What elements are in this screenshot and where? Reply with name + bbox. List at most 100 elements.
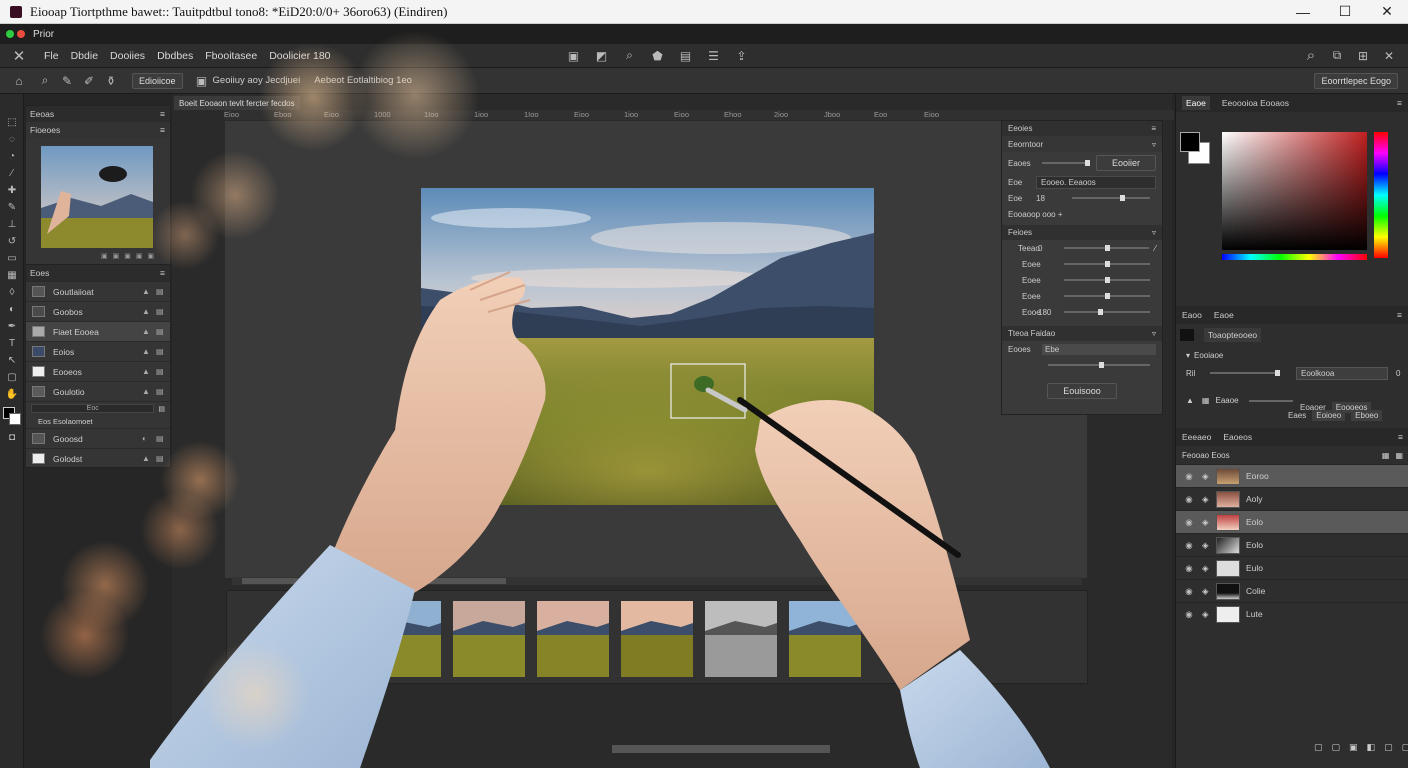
color-swatches[interactable] — [0, 403, 23, 429]
filmstrip-thumb[interactable] — [705, 601, 777, 677]
lasso-tool-icon[interactable]: ◌ — [0, 131, 24, 148]
left-layer-row[interactable]: Goulotio ▲ ▤ — [26, 381, 170, 401]
layer-row[interactable]: ◉ ◈ Lute — [1176, 602, 1408, 625]
prop-slider-a[interactable] — [1042, 160, 1090, 166]
panel-menu-icon[interactable]: ≡ — [1398, 432, 1403, 442]
bottom-scrollbar-thumb[interactable] — [612, 745, 830, 753]
lock-icon[interactable]: ▲ — [142, 307, 152, 316]
close-button[interactable]: ✕ — [1366, 0, 1408, 24]
link-icon[interactable]: ▤ — [156, 434, 166, 443]
link-icon[interactable]: ◈ — [1202, 540, 1212, 551]
layout-icon[interactable]: ▤ — [679, 49, 693, 63]
red-dot-icon[interactable] — [17, 30, 25, 38]
link-icon[interactable]: ▤ — [156, 387, 166, 396]
eye-icon[interactable]: ◉ — [1176, 540, 1202, 551]
text-tool-icon[interactable]: T — [0, 335, 24, 352]
search-icon[interactable]: ⌕ — [1304, 47, 1318, 64]
left-layer-row[interactable]: Eooeos ▲ ▤ — [26, 361, 170, 381]
mode-label[interactable]: Geoiiuy aoy Jecdjuei — [213, 75, 301, 86]
eye-icon[interactable]: ◉ — [1176, 471, 1202, 482]
filmstrip-thumb[interactable] — [537, 601, 609, 677]
tab-swatches[interactable]: Eeoooioa Eooaos — [1222, 98, 1289, 108]
adjust-input[interactable]: Eoolkooa — [1296, 366, 1388, 380]
prop-slider[interactable] — [1064, 309, 1150, 315]
link-layers-icon[interactable]: ▢ — [1314, 742, 1323, 753]
shield-icon[interactable]: ⬟ — [651, 49, 665, 63]
apply-button[interactable]: Eouisooo — [1047, 383, 1117, 399]
menu-edit[interactable]: Dbdie — [71, 50, 98, 62]
hand-tool-icon[interactable]: ✋ — [0, 386, 24, 403]
tab-styles[interactable]: Eaoe — [1214, 310, 1234, 320]
menu-file[interactable]: Fle — [44, 50, 59, 62]
panel-menu-icon[interactable]: ≡ — [160, 268, 165, 278]
marquee-tool-icon[interactable]: ⬚ — [0, 114, 24, 131]
prop-slider[interactable] — [1064, 277, 1150, 283]
layer-search-input[interactable]: Eoc — [31, 404, 155, 413]
chevron-down-icon[interactable]: ▾ — [1186, 351, 1190, 360]
prop-input-b[interactable]: Eooeo. Eeaoos — [1036, 175, 1156, 189]
tab-color[interactable]: Eaoe — [1182, 96, 1210, 110]
left-layer-row[interactable]: Goutlaiioat ▲ ▤ — [26, 281, 170, 301]
panel-menu-icon[interactable]: ≡ — [1151, 124, 1156, 133]
chevron-down-icon[interactable]: ▿ — [1152, 140, 1156, 149]
layer-row[interactable]: ◉ ◈ Eoroo — [1176, 464, 1408, 487]
prop-slider-c[interactable] — [1072, 195, 1150, 201]
navigator-tab[interactable]: Fioeoes ≡ — [26, 122, 170, 138]
left-layer-row[interactable]: Gooosd ◐ ▤ — [26, 428, 170, 448]
maximize-button[interactable]: ☐ — [1324, 0, 1366, 24]
crop-icon[interactable]: ◩ — [595, 49, 609, 63]
filter-icon[interactable]: ▦ — [1395, 451, 1403, 460]
link-icon[interactable]: ▤ — [156, 367, 166, 376]
menu-image[interactable]: Dooiies — [110, 50, 145, 62]
prop-button-a[interactable]: Eooiier — [1096, 155, 1156, 171]
menu-layer[interactable]: Dbdbes — [157, 50, 193, 62]
color-picker[interactable] — [1176, 112, 1408, 290]
home-icon[interactable]: ⌂ — [12, 74, 26, 88]
eye-icon[interactable]: ◉ — [1176, 563, 1202, 574]
brush-icon[interactable]: ✎ — [0, 199, 24, 216]
scrollbar-thumb[interactable] — [242, 578, 506, 584]
horizontal-scrollbar[interactable] — [232, 577, 1082, 585]
grid-icon[interactable]: ▦ — [1382, 451, 1390, 460]
navigator-controls[interactable]: ▣ ▣ ▣ ▣ ▣ — [101, 252, 154, 260]
bucket-tool-icon[interactable]: ⚱ — [104, 74, 118, 88]
prop-slider[interactable] — [1064, 293, 1150, 299]
mask-icon[interactable]: ▣ — [1349, 742, 1358, 753]
navigator-thumbnail[interactable] — [41, 146, 153, 248]
gradient-icon[interactable]: ▦ — [0, 267, 24, 284]
canvas-photo[interactable] — [421, 188, 874, 505]
prop-slider[interactable] — [1064, 245, 1149, 251]
link-icon[interactable]: ▤ — [156, 327, 166, 336]
lock-icon[interactable]: ▲ — [142, 387, 152, 396]
lock-icon[interactable]: ▲ — [142, 367, 152, 376]
tab-layers[interactable]: Eeeaeo — [1182, 432, 1211, 442]
left-layer-row[interactable]: Golodst ▲ ▤ — [26, 448, 170, 468]
eraser-icon[interactable]: ▭ — [0, 250, 24, 267]
adjust-slider[interactable] — [1210, 370, 1280, 376]
properties-section-3[interactable]: Tteoa Faidao ▿ — [1002, 326, 1162, 341]
zoom-icon[interactable]: ⌕ — [623, 48, 637, 63]
properties-section-2[interactable]: Feioes ▿ — [1002, 225, 1162, 240]
link-icon[interactable]: ◈ — [1202, 609, 1212, 620]
chevron-down-icon[interactable]: ▿ — [1152, 329, 1156, 338]
filmstrip-thumb[interactable] — [369, 601, 441, 677]
smudge-tool-icon[interactable]: ✐ — [82, 74, 96, 88]
adjust-option-1[interactable]: Eoioeo — [1312, 410, 1346, 421]
eyedropper-icon[interactable]: ⁄ — [0, 165, 24, 182]
eye-icon[interactable]: ◉ — [1176, 586, 1202, 597]
shape-tool-icon[interactable]: ▢ — [0, 369, 24, 386]
quick-select-icon[interactable]: ◔ — [0, 148, 24, 165]
link-icon[interactable]: ◈ — [1202, 586, 1212, 597]
eye-icon[interactable]: ◉ — [1176, 494, 1202, 505]
fx-icon[interactable]: ▢ — [1332, 742, 1341, 753]
quick-mask-icon[interactable]: ◘ — [0, 429, 24, 446]
filmstrip-thumb[interactable] — [621, 601, 693, 677]
new-group-icon[interactable]: ▢ — [1384, 742, 1393, 753]
filmstrip-thumb[interactable] — [453, 601, 525, 677]
prop-slider-e[interactable] — [1048, 362, 1150, 368]
properties-section-1[interactable]: Eeorntoor ▿ — [1002, 136, 1162, 152]
new-layer-icon[interactable]: ▢ — [1402, 742, 1408, 753]
adjust-option-2[interactable]: Eboeo — [1351, 410, 1383, 421]
link-icon[interactable]: ◈ — [1202, 494, 1212, 505]
frame-icon[interactable]: ▣ — [567, 49, 581, 63]
